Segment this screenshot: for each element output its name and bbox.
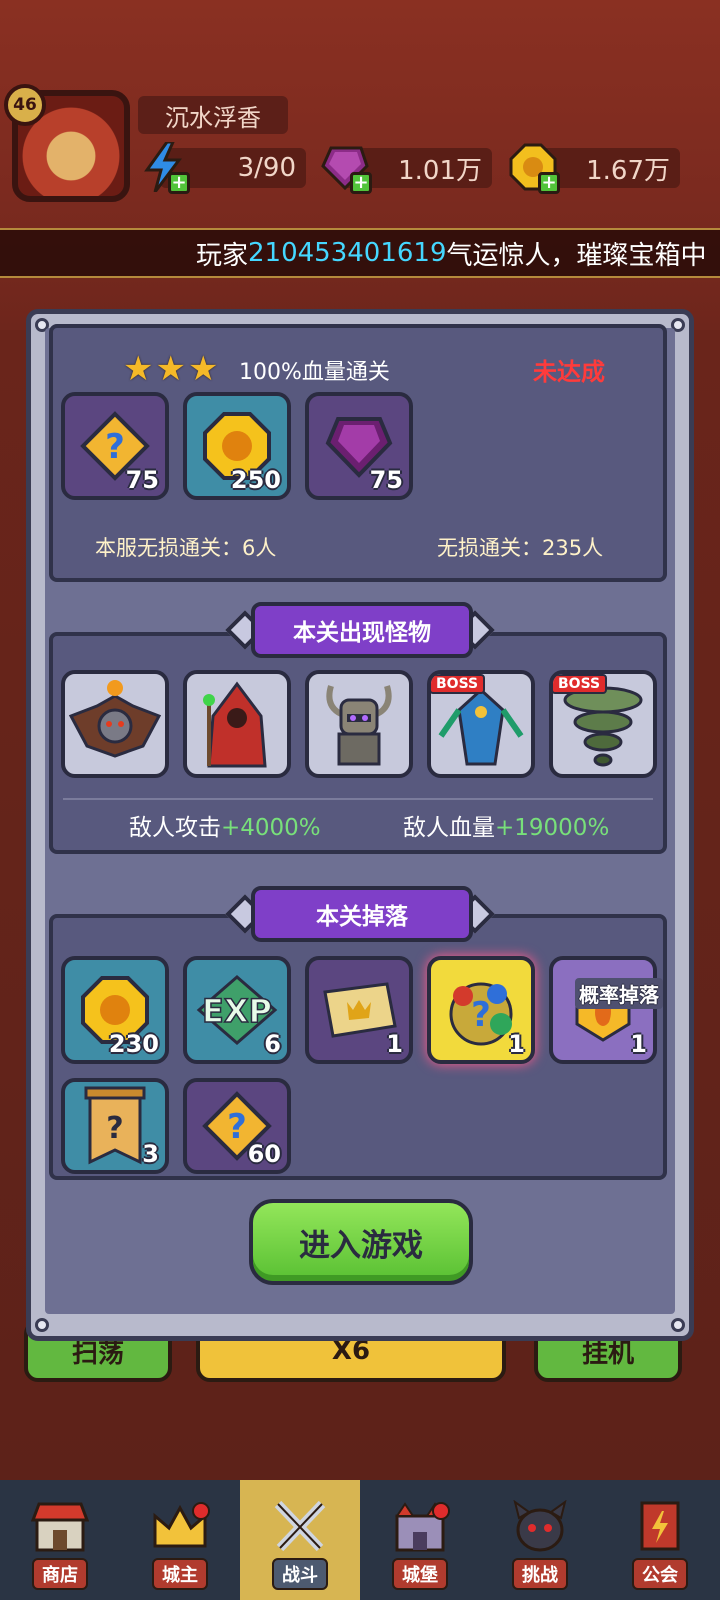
- drop-count: 1: [630, 1030, 647, 1058]
- drops-section-title: 本关掉落: [251, 886, 473, 942]
- monster-slot[interactable]: BOSS: [427, 670, 535, 778]
- drop-slot[interactable]: EXP 6: [183, 956, 291, 1064]
- reward-slot[interactable]: 250: [183, 392, 291, 500]
- boss-badge: BOSS: [431, 674, 486, 694]
- enemy-attack-stat: 敌人攻击+4000%: [129, 808, 321, 842]
- crossed-swords-icon: [269, 1498, 331, 1554]
- monster-slot[interactable]: [61, 670, 169, 778]
- drop-slot[interactable]: ? 3: [61, 1078, 169, 1174]
- divider: [63, 798, 653, 800]
- ticker-suffix: 气运惊人，璀璨宝箱中: [446, 240, 707, 271]
- svg-text:?: ?: [105, 427, 125, 467]
- challenge-condition: 100%血量通关: [239, 360, 390, 385]
- reward-count: 75: [369, 466, 403, 494]
- bat-demon-icon: [68, 680, 162, 758]
- boss-badge: BOSS: [553, 674, 608, 694]
- demon-mask-icon: [509, 1498, 571, 1554]
- nav-item-castle[interactable]: 城堡: [360, 1480, 480, 1600]
- monster-slot[interactable]: [183, 670, 291, 778]
- drop-count: 6: [264, 1030, 281, 1058]
- svg-text:?: ?: [106, 1111, 123, 1146]
- monsters-section-title: 本关出现怪物: [251, 602, 473, 658]
- drops-card: 230 EXP 6 1 ? 1 1 ? 3 ? 60: [49, 914, 667, 1180]
- monsters-title-text: 本关出现怪物: [293, 620, 431, 646]
- drops-title-text: 本关掉落: [316, 904, 408, 930]
- reward-count: 250: [230, 466, 281, 494]
- bottom-nav: 商店 城主 战斗 城堡 挑战 公会: [0, 1480, 720, 1600]
- screw-decoration: [35, 1318, 49, 1332]
- drop-slot[interactable]: ? 60: [183, 1078, 291, 1174]
- enter-game-label: 进入游戏: [299, 1227, 423, 1264]
- reward-slot[interactable]: ? 75: [61, 392, 169, 500]
- enter-game-button[interactable]: 进入游戏: [249, 1199, 473, 1285]
- nav-label: 挑战: [512, 1558, 568, 1590]
- gem-value: 1.01万: [398, 155, 482, 186]
- star-icon: ★: [155, 349, 186, 389]
- star-icon: ★: [187, 349, 219, 389]
- drop-count: 60: [247, 1140, 281, 1168]
- probability-drop-label: 概率掉落: [575, 978, 663, 1009]
- nav-label: 城主: [152, 1558, 208, 1590]
- announcement-ticker: 玩家 210453401619 气运惊人，璀璨宝箱中: [0, 228, 720, 278]
- gold-value: 1.67万: [586, 155, 670, 186]
- plus-icon: +: [350, 172, 372, 194]
- enemy-attack-label: 敌人攻击: [129, 815, 221, 841]
- drop-count: 3: [142, 1140, 159, 1168]
- exp-text: EXP: [202, 992, 272, 1030]
- drop-count: 1: [386, 1030, 403, 1058]
- gem-add-button[interactable]: +: [320, 142, 372, 194]
- challenge-status: 未达成: [533, 358, 605, 386]
- nav-label: 公会: [632, 1558, 688, 1590]
- nav-item-shop[interactable]: 商店: [0, 1480, 120, 1600]
- scroll-banner-icon: ?: [84, 1086, 146, 1165]
- nav-item-lord[interactable]: 城主: [120, 1480, 240, 1600]
- star-icon: ★: [123, 349, 154, 389]
- reward-slot[interactable]: 75: [305, 392, 413, 500]
- energy-add-button[interactable]: +: [138, 142, 190, 194]
- nav-label: 城堡: [392, 1558, 448, 1590]
- drop-slot[interactable]: 1: [305, 956, 413, 1064]
- reward-count: 75: [125, 466, 159, 494]
- nav-label: 商店: [32, 1558, 88, 1590]
- total-clear-count: 无损通关：235人: [437, 536, 604, 560]
- challenge-card: ★ ★ ★ 100%血量通关 未达成 ? 75 250 75 本服无损通关：6人…: [49, 324, 667, 582]
- ticker-prefix: 玩家: [196, 240, 249, 271]
- notification-dot: [192, 1502, 210, 1520]
- red-mage-icon: [203, 681, 267, 768]
- level-badge: 46: [4, 84, 46, 126]
- nav-item-battle[interactable]: 战斗: [240, 1480, 360, 1600]
- gold-add-button[interactable]: +: [508, 142, 560, 194]
- drop-count: 230: [108, 1030, 159, 1058]
- stage-info-modal: ★ ★ ★ 100%血量通关 未达成 ? 75 250 75 本服无损通关：6人…: [26, 309, 694, 1341]
- svg-text:?: ?: [471, 995, 491, 1035]
- drop-slot[interactable]: 1: [549, 956, 657, 1064]
- star-rating: ★ ★ ★: [123, 352, 218, 386]
- svg-text:?: ?: [227, 1107, 247, 1147]
- energy-value: 3/90: [237, 153, 296, 183]
- nav-item-challenge[interactable]: 挑战: [480, 1480, 600, 1600]
- ticker-player-id: 210453401619: [248, 238, 447, 268]
- server-clear-count: 本服无损通关：6人: [95, 536, 277, 560]
- enemy-hp-label: 敌人血量: [403, 815, 495, 841]
- player-name: 沉水浮香: [138, 96, 288, 134]
- nav-label: 战斗: [272, 1558, 328, 1590]
- enemy-hp-stat: 敌人血量+19000%: [403, 808, 609, 842]
- drop-slot[interactable]: ? 1: [427, 956, 535, 1064]
- notification-dot: [432, 1502, 450, 1520]
- drop-slot[interactable]: 230: [61, 956, 169, 1064]
- guild-banner-icon: [629, 1498, 691, 1554]
- plus-icon: +: [168, 172, 190, 194]
- enemy-hp-value: +19000%: [495, 815, 610, 841]
- shop-icon: [29, 1498, 91, 1554]
- plus-icon: +: [538, 172, 560, 194]
- screw-decoration: [671, 1318, 685, 1332]
- horned-knight-icon: [326, 685, 392, 766]
- drop-count: 1: [508, 1030, 525, 1058]
- monster-slot[interactable]: [305, 670, 413, 778]
- monsters-card: BOSS BOSS 敌人攻击+4000% 敌人血量+19000%: [49, 632, 667, 854]
- enemy-attack-value: +4000%: [221, 815, 321, 841]
- nav-item-guild[interactable]: 公会: [600, 1480, 720, 1600]
- monster-slot[interactable]: BOSS: [549, 670, 657, 778]
